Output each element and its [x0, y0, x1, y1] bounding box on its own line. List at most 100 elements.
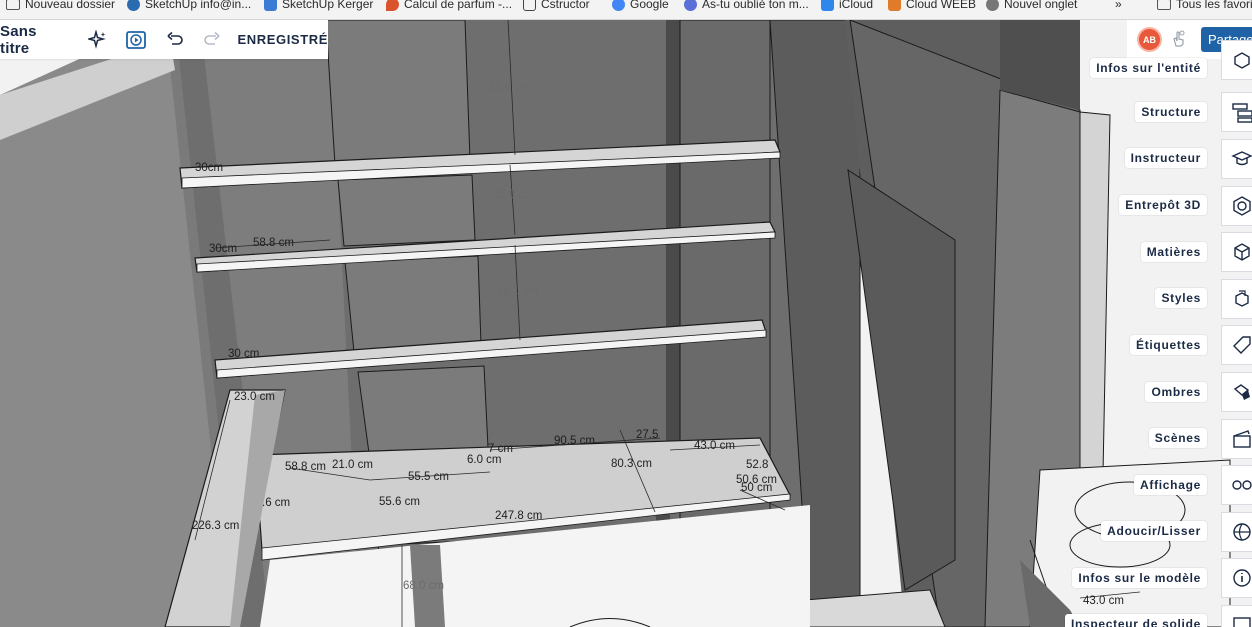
folder-icon [1157, 0, 1171, 10]
undo-icon [167, 31, 183, 45]
globe-icon [986, 0, 999, 11]
panel-label-model-info[interactable]: Infos sur le modèle [1072, 568, 1207, 588]
dimension-label: 30cm [209, 243, 238, 255]
panel-label-styles[interactable]: Styles [1155, 288, 1207, 308]
dimension-label: 43.0 cm [694, 440, 735, 452]
model-info-button[interactable] [1221, 558, 1252, 598]
dimension-label: 90.5 cm [554, 435, 595, 447]
cloud-icon [821, 0, 834, 11]
panel-label-soften[interactable]: Adoucir/Lisser [1101, 521, 1207, 541]
dimension-label: 43.0 cm [1083, 595, 1124, 607]
styles-icon [1235, 290, 1249, 307]
bookmark-item[interactable]: iCloud [821, 0, 873, 14]
materials-icon [1234, 243, 1250, 261]
warehouse-icon [1233, 196, 1251, 216]
dimension-label: 55.9 cm [489, 82, 530, 94]
display-button[interactable] [1221, 465, 1252, 505]
google-icon [612, 0, 625, 11]
panel-label-instructor[interactable]: Instructeur [1124, 148, 1207, 168]
tags-button[interactable] [1221, 325, 1252, 365]
bookmark-item[interactable]: Nouveau dossier [6, 0, 115, 14]
dimension-label: 80.3 cm [611, 458, 652, 470]
warehouse-button[interactable] [1221, 186, 1252, 226]
avatar[interactable]: AB [1137, 27, 1162, 52]
play-box-icon [126, 30, 147, 49]
shadows-button[interactable] [1221, 372, 1252, 412]
structure-button[interactable] [1221, 92, 1252, 132]
bookmark-item[interactable]: As-tu oublié ton m... [684, 0, 809, 14]
dimension-label: 30 cm [228, 348, 260, 360]
panel-label-display[interactable]: Affichage [1134, 475, 1207, 495]
instructor-icon [1231, 151, 1252, 166]
entity-info-button[interactable] [1221, 40, 1252, 80]
panel-label-entity-info[interactable]: Infos sur l'entité [1090, 58, 1207, 78]
scenes-button[interactable] [1221, 419, 1252, 459]
bookmark-item[interactable]: SketchUp info@in... [127, 0, 251, 14]
solid-inspector-button[interactable] [1221, 605, 1252, 627]
dimension-label: 55.5 cm [408, 471, 449, 483]
model-viewport[interactable]: 55.9 cm 30cm 35.0 cm 30cm 58.8 cm 46.1 c… [0, 20, 1252, 627]
undo-button[interactable] [161, 26, 188, 54]
soften-icon [1233, 523, 1251, 541]
solid-inspector-icon [1233, 617, 1251, 627]
dimension-label: 247.8 cm [495, 510, 543, 522]
dimension-label: 226.3 cm [192, 520, 240, 532]
sketchup-icon [127, 0, 140, 11]
dimension-label: 46.1 cm [497, 285, 538, 297]
document-title[interactable]: Sans titre [0, 23, 68, 57]
dimension-label: 30cm [195, 162, 224, 174]
bookmark-item[interactable]: Calcul de parfum -... [386, 0, 512, 14]
model-info-icon [1233, 569, 1251, 587]
save-status: ENREGISTRÉ [237, 32, 328, 47]
view-mode-button[interactable] [123, 26, 150, 54]
scenes-icon [1233, 430, 1251, 448]
user-icon [684, 0, 697, 11]
panel-label-warehouse[interactable]: Entrepôt 3D [1119, 195, 1207, 215]
panel-label-materials[interactable]: Matières [1140, 242, 1207, 262]
styles-button[interactable] [1221, 279, 1252, 319]
sketchup-icon [264, 0, 277, 11]
dimension-label: 27.5 [636, 429, 659, 441]
dimension-label: 55.6 cm [379, 496, 420, 508]
model-drawing [0, 20, 1231, 627]
panel-label-shadows[interactable]: Ombres [1145, 382, 1207, 402]
bookmark-item[interactable]: Google [612, 0, 669, 14]
dimension-label: 52.8 [746, 459, 769, 471]
entity-info-icon [1234, 52, 1250, 69]
materials-button[interactable] [1221, 232, 1252, 272]
dimension-label: 50 cm [741, 482, 773, 494]
bookmark-item[interactable]: Nouvel onglet [986, 0, 1077, 14]
panel-label-scenes[interactable]: Scènes [1148, 428, 1207, 448]
instructor-button[interactable] [1221, 139, 1252, 179]
panel-label-solid-inspector[interactable]: Inspecteur de solide [1064, 614, 1207, 627]
dimension-label: 58.8 cm [285, 461, 326, 473]
redo-icon [204, 31, 220, 45]
chevron-more-icon[interactable]: » [1115, 0, 1122, 14]
dimension-label: 21.0 cm [332, 459, 373, 471]
panel-label-tags[interactable]: Étiquettes [1129, 335, 1207, 355]
display-icon [1232, 480, 1252, 490]
page-icon [523, 0, 536, 11]
redo-button[interactable] [198, 26, 225, 54]
tags-icon [1233, 336, 1251, 354]
dimension-label: 68.0 cm [403, 580, 444, 592]
dimension-label: 23.0 cm [234, 391, 275, 403]
sparkle-ai-button[interactable] [84, 26, 111, 54]
bookmark-item[interactable]: Cstructor [523, 0, 590, 14]
cloud-icon [888, 0, 901, 11]
dimension-label: .6 cm [262, 497, 291, 509]
bookmark-item[interactable]: Tous les favoris [1157, 0, 1252, 14]
dimension-label: 35.0 cm [493, 189, 534, 201]
shadows-icon [1233, 384, 1250, 400]
folder-icon [6, 0, 20, 10]
soften-button[interactable] [1221, 512, 1252, 552]
panel-label-structure[interactable]: Structure [1135, 102, 1207, 122]
bookmarks-bar: Nouveau dossier SketchUp info@in... Sket… [0, 0, 1252, 20]
dimension-label: 6.0 cm [467, 454, 502, 466]
cursor-hand-icon[interactable] [1171, 30, 1187, 48]
bookmark-item[interactable]: Cloud WEEB [888, 0, 976, 14]
sparkle-icon [88, 29, 106, 49]
bookmark-item[interactable]: SketchUp Kerger [264, 0, 373, 14]
outliner-icon [1232, 103, 1252, 123]
dimension-label: 58.8 cm [253, 237, 294, 249]
